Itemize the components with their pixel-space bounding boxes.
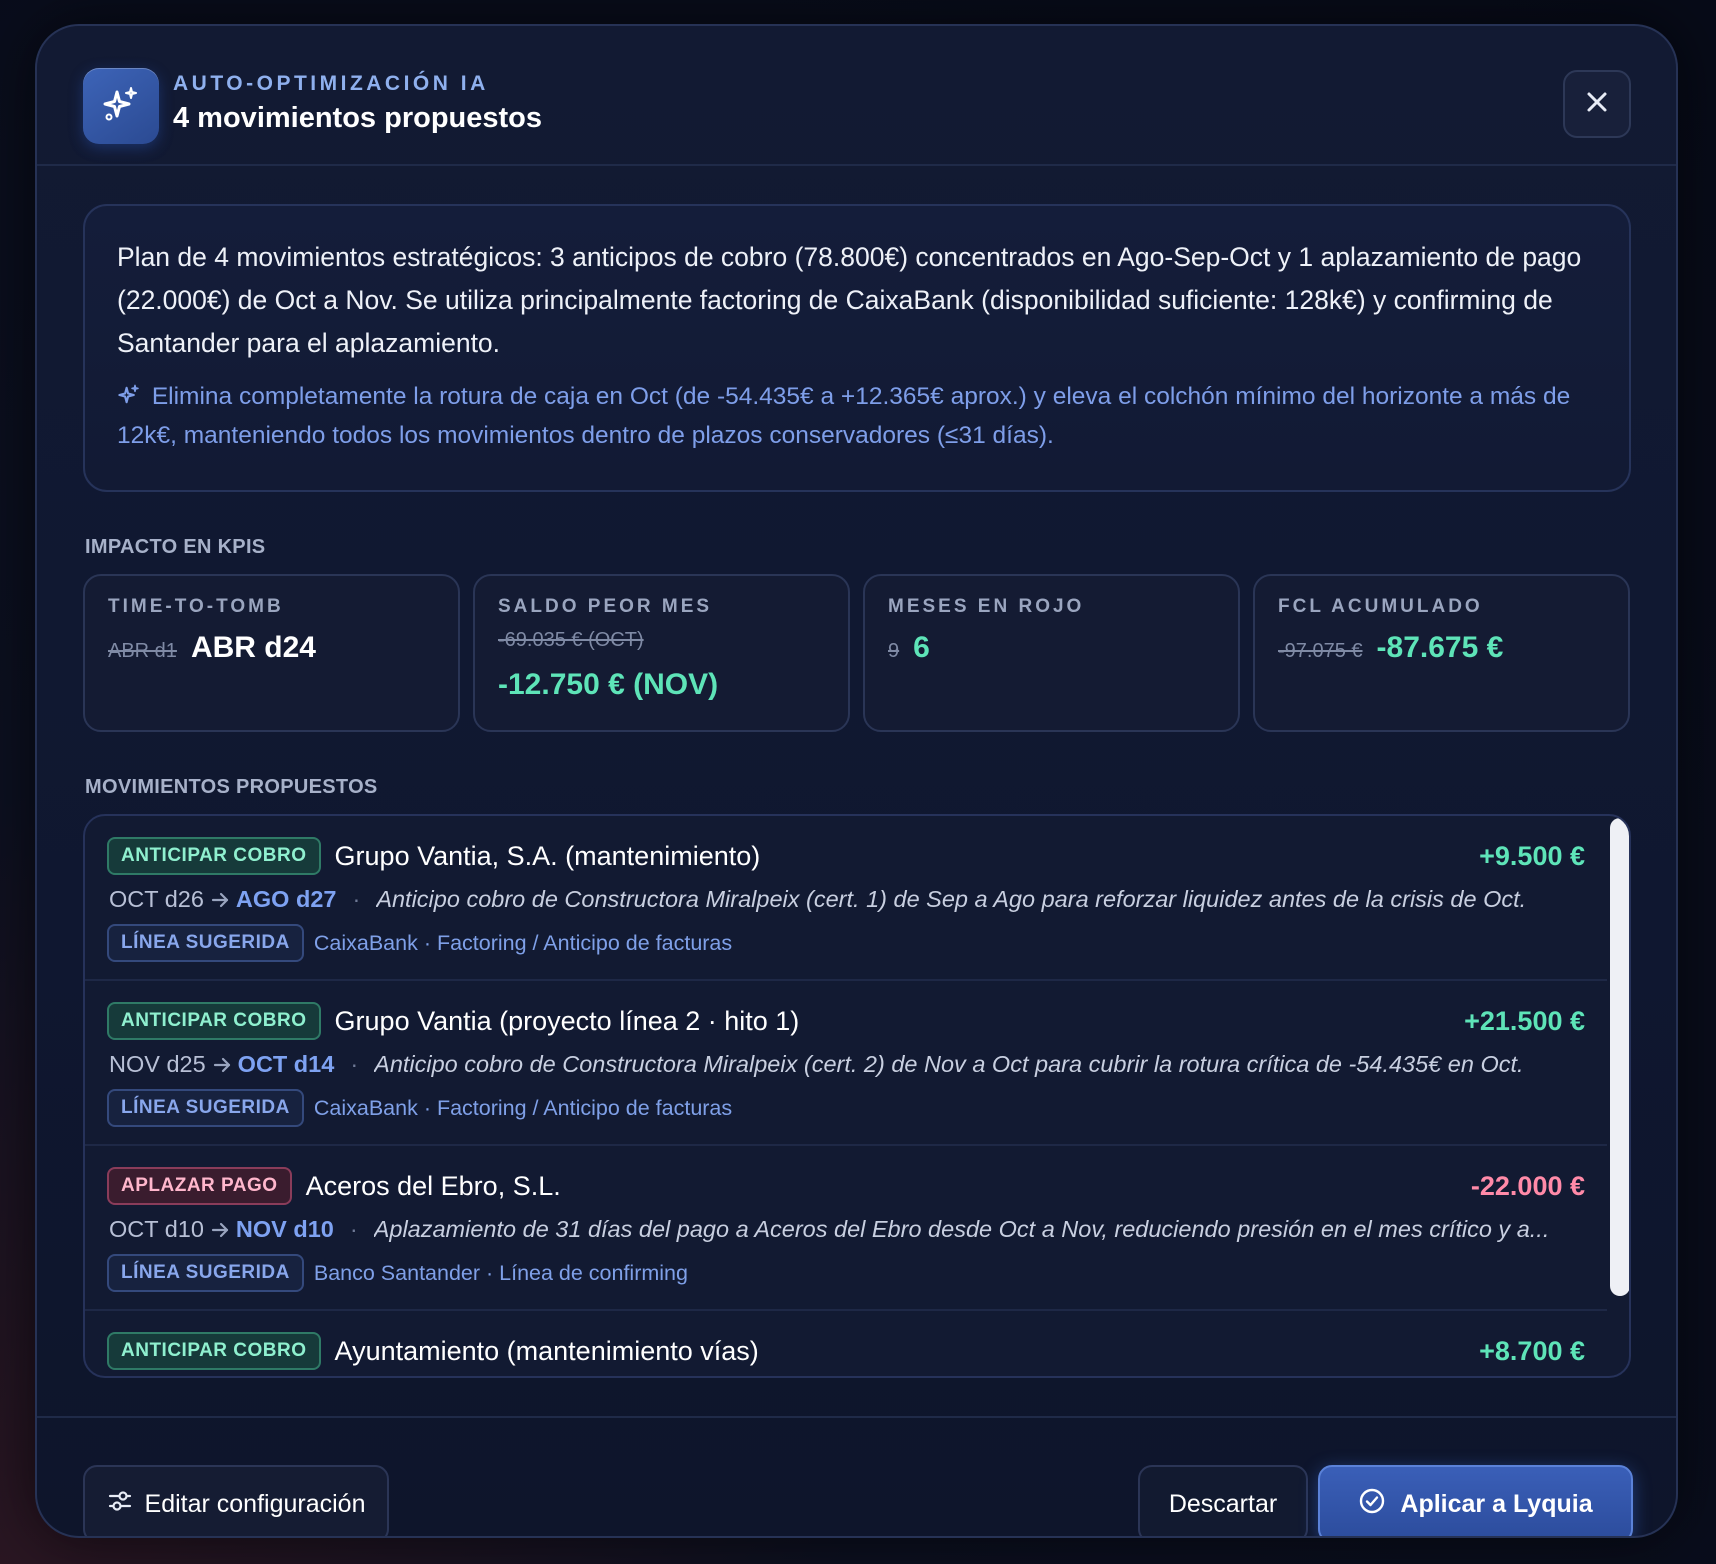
arrow-right-icon <box>212 1056 232 1074</box>
kpi-label: TIME-TO-TOMB <box>108 596 284 617</box>
list-item[interactable]: ANTICIPAR COBRO Ayuntamiento (mantenimie… <box>85 1311 1607 1376</box>
optimization-modal: AUTO-OPTIMIZACIÓN IA 4 movimientos propu… <box>35 24 1678 1538</box>
kpi-old-value: ABR d1 <box>108 640 177 662</box>
movement-to-date: NOV d10 <box>235 1216 334 1242</box>
plan-impact-text: Elimina completamente la rotura de caja … <box>117 383 1571 449</box>
movements-list[interactable]: ANTICIPAR COBRO Grupo Vantia, S.A. (mant… <box>83 814 1631 1378</box>
kpis-section-label: IMPACTO EN KPIS <box>85 536 266 558</box>
kpi-label: SALDO PEOR MES <box>498 596 713 617</box>
list-item[interactable]: ANTICIPAR COBRO Grupo Vantia, S.A. (mant… <box>85 816 1607 981</box>
edit-config-button[interactable]: Editar configuración <box>83 1465 389 1536</box>
separator-dot: · <box>350 1051 359 1077</box>
suggested-line-badge: LÍNEA SUGERIDA <box>107 1254 304 1292</box>
plan-impact-highlight: Elimina completamente la rotura de caja … <box>117 377 1597 455</box>
movement-type-badge: ANTICIPAR COBRO <box>107 1002 321 1040</box>
movement-type-badge: ANTICIPAR COBRO <box>107 1332 321 1370</box>
movement-amount: +8.700 € <box>1479 1335 1585 1366</box>
modal-header: AUTO-OPTIMIZACIÓN IA 4 movimientos propu… <box>37 26 1676 166</box>
apply-label: Aplicar a Lyquia <box>1400 1489 1593 1518</box>
kpi-old-value: -97.075 € <box>1278 640 1363 662</box>
kpi-fcl-acumulado: FCL ACUMULADO -97.075 € -87.675 € <box>1253 574 1630 732</box>
plan-summary-card: Plan de 4 movimientos estratégicos: 3 an… <box>83 204 1631 492</box>
movement-name: Aceros del Ebro, S.L. <box>305 1170 561 1201</box>
kpi-old-value: -69.035 € (OCT) <box>498 629 644 651</box>
movement-amount: +21.500 € <box>1464 1005 1585 1036</box>
sparkles-icon <box>117 383 152 410</box>
kpi-time-to-tomb: TIME-TO-TOMB ABR d1 ABR d24 <box>83 574 460 732</box>
separator-dot: · <box>352 886 361 912</box>
movement-type-badge: ANTICIPAR COBRO <box>107 837 321 875</box>
movement-amount: -22.000 € <box>1470 1170 1585 1201</box>
movement-from-date: OCT d26 <box>109 886 204 912</box>
close-icon <box>1586 91 1608 118</box>
sliders-icon <box>107 1488 133 1521</box>
kpi-new-value: -12.750 € (NOV) <box>498 668 719 701</box>
suggested-line-text: Banco Santander · Línea de confirming <box>313 1260 688 1285</box>
list-item[interactable]: APLAZAR PAGO Aceros del Ebro, S.L. -22.0… <box>85 1146 1607 1311</box>
kpi-new-value: -87.675 € <box>1376 631 1504 664</box>
movement-description: Aplazamiento de 31 días del pago a Acero… <box>373 1216 1550 1242</box>
movement-description: Anticipo cobro de Constructora Miralpeix… <box>376 886 1527 912</box>
movement-name: Grupo Vantia (proyecto línea 2 · hito 1) <box>334 1005 800 1036</box>
movement-amount: +9.500 € <box>1479 840 1585 871</box>
close-button[interactable] <box>1563 70 1631 138</box>
kpi-old-value: 9 <box>888 640 900 662</box>
ai-logo <box>83 68 159 144</box>
modal-eyebrow: AUTO-OPTIMIZACIÓN IA <box>173 72 489 95</box>
edit-config-label: Editar configuración <box>144 1489 366 1518</box>
movement-from-date: NOV d25 <box>109 1051 206 1077</box>
check-circle-icon <box>1358 1487 1386 1522</box>
movement-to-date: AGO d27 <box>235 886 337 912</box>
movements-section-label: MOVIMIENTOS PROPUESTOS <box>85 776 378 798</box>
kpi-new-value: 6 <box>913 631 930 664</box>
arrow-right-icon <box>210 1221 230 1239</box>
sparkles-icon <box>101 84 141 129</box>
separator-dot: · <box>349 1216 358 1242</box>
plan-summary-text: Plan de 4 movimientos estratégicos: 3 an… <box>117 242 1582 358</box>
discard-button[interactable]: Descartar <box>1138 1465 1308 1536</box>
list-scrollbar[interactable] <box>1610 818 1629 1296</box>
kpi-label: MESES EN ROJO <box>888 596 1085 617</box>
suggested-line-text: CaixaBank · Factoring / Anticipo de fact… <box>313 930 733 955</box>
kpi-label: FCL ACUMULADO <box>1278 596 1483 617</box>
movement-to-date: OCT d14 <box>237 1051 335 1077</box>
modal-footer: Editar configuración Descartar Aplicar a… <box>37 1416 1676 1536</box>
suggested-line-badge: LÍNEA SUGERIDA <box>107 1089 304 1127</box>
suggested-line-badge: LÍNEA SUGERIDA <box>107 924 304 962</box>
movement-description: Anticipo cobro de Constructora Miralpeix… <box>374 1051 1524 1077</box>
movement-type-badge: APLAZAR PAGO <box>107 1167 292 1205</box>
modal-title: 4 movimientos propuestos <box>173 102 543 134</box>
kpi-new-value: ABR d24 <box>190 631 316 664</box>
movement-from-date: OCT d10 <box>109 1216 204 1242</box>
arrow-right-icon <box>210 891 230 909</box>
apply-button[interactable]: Aplicar a Lyquia <box>1318 1465 1633 1536</box>
kpi-saldo-peor-mes: SALDO PEOR MES -69.035 € (OCT) -12.750 €… <box>473 574 850 732</box>
movement-name: Grupo Vantia, S.A. (mantenimiento) <box>334 840 761 871</box>
movement-name: Ayuntamiento (mantenimiento vías) <box>334 1335 759 1366</box>
kpi-meses-en-rojo: MESES EN ROJO 9 6 <box>863 574 1240 732</box>
list-item[interactable]: ANTICIPAR COBRO Grupo Vantia (proyecto l… <box>85 981 1607 1146</box>
suggested-line-text: CaixaBank · Factoring / Anticipo de fact… <box>313 1095 733 1120</box>
